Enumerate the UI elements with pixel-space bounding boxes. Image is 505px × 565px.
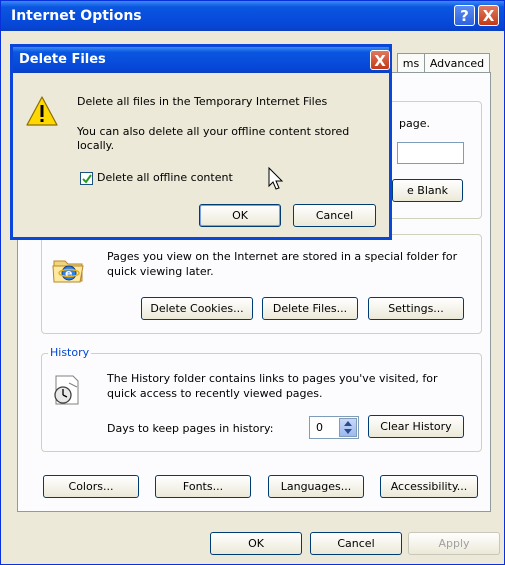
- history-clock-icon: [54, 375, 79, 405]
- settings-button[interactable]: Settings...: [368, 297, 464, 320]
- home-page-address-input[interactable]: [397, 142, 464, 164]
- days-to-keep-label: Days to keep pages in history:: [107, 422, 274, 435]
- tab-programs[interactable]: ms: [397, 53, 425, 73]
- delete-files-button[interactable]: Delete Files...: [262, 297, 358, 320]
- delete-offline-label[interactable]: Delete all offline content: [97, 171, 233, 184]
- delete-files-dialog: Delete Files X Delete all files in the T…: [10, 44, 392, 240]
- spin-up-icon[interactable]: [343, 420, 353, 427]
- languages-button[interactable]: Languages...: [268, 475, 364, 498]
- days-spinner[interactable]: 0: [309, 416, 359, 439]
- dialog-title: Delete Files: [19, 52, 106, 67]
- temp-files-description: Pages you view on the Internet are store…: [107, 250, 458, 278]
- ie-folder-icon: e: [52, 260, 84, 283]
- close-icon[interactable]: X: [478, 5, 499, 26]
- history-description: The History folder contains links to pag…: [107, 372, 438, 400]
- accessibility-button[interactable]: Accessibility...: [380, 475, 478, 498]
- apply-button[interactable]: Apply: [408, 532, 500, 555]
- dialog-cancel-button[interactable]: Cancel: [293, 204, 376, 227]
- delete-offline-checkbox[interactable]: [80, 172, 93, 185]
- window-title: Internet Options: [11, 8, 142, 24]
- help-icon[interactable]: ?: [454, 5, 475, 26]
- spin-down-icon[interactable]: [343, 428, 353, 435]
- use-blank-button[interactable]: e Blank: [392, 179, 463, 202]
- days-value: 0: [316, 421, 323, 434]
- delete-cookies-button[interactable]: Delete Cookies...: [141, 297, 253, 320]
- dialog-message-line2: You can also delete all your offline con…: [77, 125, 350, 152]
- checkmark-icon: [82, 174, 92, 184]
- cancel-button[interactable]: Cancel: [310, 532, 402, 555]
- tab-advanced[interactable]: Advanced: [424, 53, 490, 73]
- history-group-label: History: [48, 346, 92, 359]
- dialog-close-icon[interactable]: X: [370, 50, 390, 70]
- colors-button[interactable]: Colors...: [43, 475, 139, 498]
- spinner-arrows[interactable]: [339, 418, 357, 437]
- mouse-cursor-icon: [268, 166, 284, 190]
- title-bar[interactable]: Internet Options ? X: [1, 1, 504, 31]
- dialog-ok-button[interactable]: OK: [199, 204, 281, 227]
- dialog-title-bar[interactable]: Delete Files: [13, 47, 389, 73]
- ok-button[interactable]: OK: [210, 532, 302, 555]
- warning-icon: [26, 96, 58, 126]
- clear-history-button[interactable]: Clear History: [368, 415, 464, 438]
- fonts-button[interactable]: Fonts...: [155, 475, 251, 498]
- home-page-partial-text: page.: [399, 117, 430, 130]
- dialog-message-line1: Delete all files in the Temporary Intern…: [77, 95, 328, 108]
